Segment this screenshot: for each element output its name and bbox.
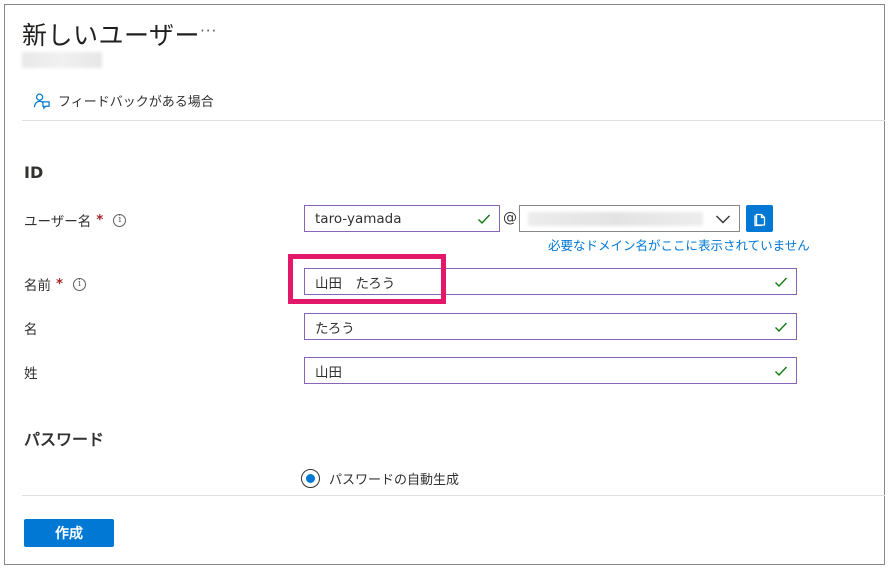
first-name-label-text: 名 [24, 322, 38, 338]
last-name-input[interactable]: 山田 [304, 357, 797, 384]
section-title-id: ID [24, 163, 44, 182]
command-bar-divider [22, 120, 885, 121]
radio-button[interactable] [301, 469, 320, 488]
required-mark: * [96, 212, 104, 228]
section-title-password: パスワード [24, 430, 105, 449]
create-button[interactable]: 作成 [24, 519, 114, 547]
username-label: ユーザー名 * i [24, 210, 127, 230]
feedback-button[interactable]: フィードバックがある場合 [32, 89, 214, 111]
page-title: 新しいユーザー [22, 21, 201, 50]
check-icon [770, 316, 792, 338]
auto-generate-label: パスワードの自動生成 [329, 473, 460, 488]
info-icon[interactable]: i [73, 277, 87, 291]
at-sign: @ [503, 210, 517, 226]
name-label: 名前 * i [24, 274, 87, 294]
blurred-subtitle [22, 52, 102, 68]
username-value: taro-yamada [315, 210, 402, 227]
domain-dropdown[interactable] [519, 205, 740, 232]
feedback-icon [33, 93, 50, 110]
first-name-label: 名 [24, 318, 38, 338]
check-icon [770, 271, 792, 293]
radio-selected-dot [306, 474, 315, 483]
blurred-domain-value [528, 212, 703, 226]
auto-generate-password-radio[interactable]: パスワードの自動生成 [301, 469, 459, 488]
name-label-text: 名前 [24, 278, 51, 294]
check-icon [770, 360, 792, 382]
first-name-value: たろう [315, 320, 355, 337]
last-name-label-text: 姓 [24, 366, 38, 382]
info-icon[interactable]: i [113, 213, 127, 227]
more-options-button[interactable]: ··· [200, 22, 217, 40]
last-name-value: 山田 [315, 364, 342, 381]
missing-domain-link[interactable]: 必要なドメイン名がここに表示されていません [548, 235, 810, 254]
footer-divider [22, 495, 885, 496]
chevron-down-icon [716, 215, 730, 224]
display-name-input[interactable]: 山田 たろう [304, 268, 797, 295]
copy-icon [753, 213, 765, 226]
display-name-value: 山田 たろう [315, 275, 396, 292]
username-input[interactable]: taro-yamada [304, 205, 500, 232]
first-name-input[interactable]: たろう [304, 313, 797, 340]
feedback-label: フィードバックがある場合 [58, 94, 214, 110]
copy-button[interactable] [746, 205, 773, 232]
username-label-text: ユーザー名 [24, 214, 92, 230]
required-mark: * [56, 276, 64, 292]
last-name-label: 姓 [24, 362, 38, 382]
check-icon [473, 208, 495, 230]
